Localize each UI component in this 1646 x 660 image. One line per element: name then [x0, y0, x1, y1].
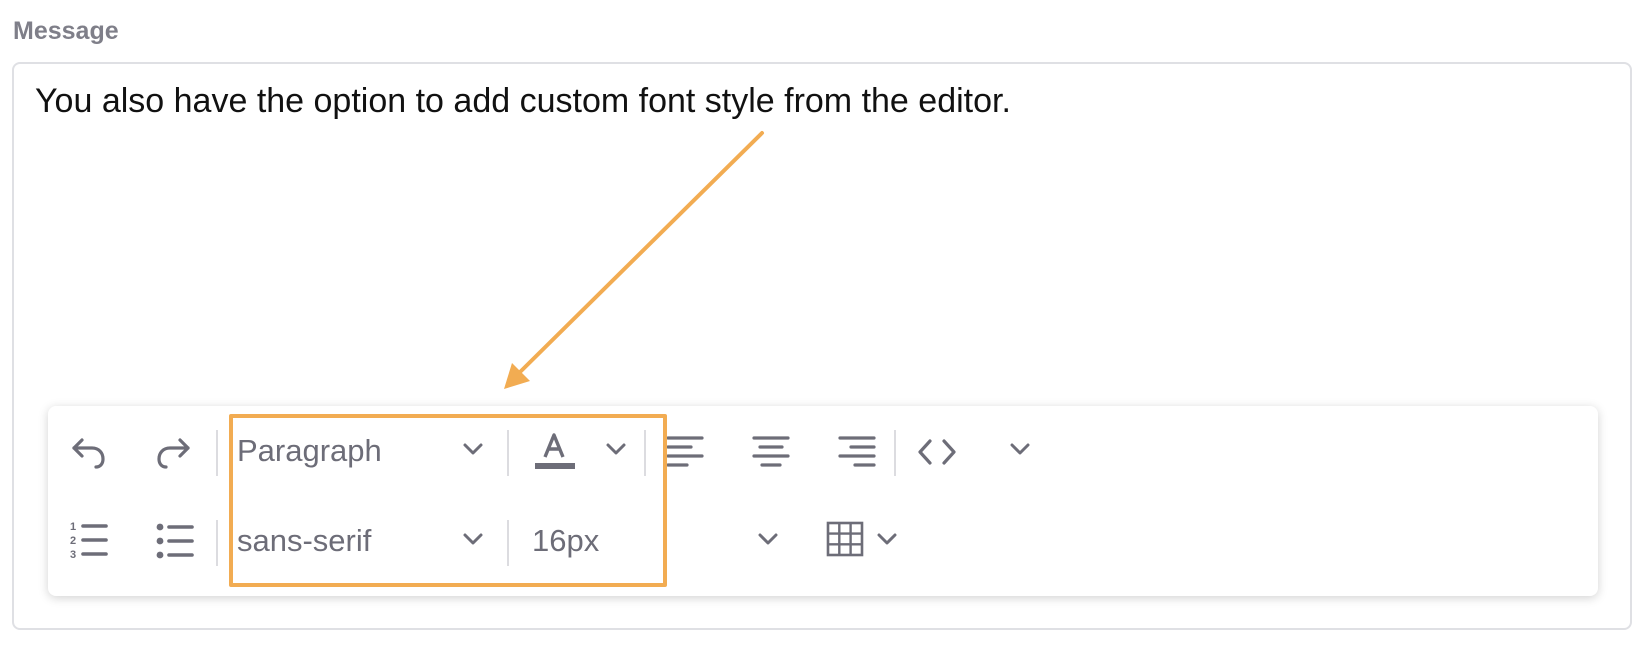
svg-text:2: 2 — [70, 535, 76, 547]
align-center-button[interactable] — [746, 426, 796, 476]
font-size-chevron-icon[interactable] — [755, 526, 781, 552]
message-content[interactable]: You also have the option to add custom f… — [35, 82, 1011, 121]
table-button[interactable] — [824, 514, 866, 564]
svg-text:1: 1 — [70, 521, 76, 533]
redo-button[interactable] — [150, 428, 198, 476]
code-button[interactable] — [912, 428, 962, 476]
toolbar-separator — [894, 430, 896, 476]
bullet-list-button[interactable] — [150, 516, 200, 566]
more-options-chevron-icon[interactable] — [1007, 436, 1033, 462]
font-style-highlight-box — [229, 414, 667, 587]
svg-text:3: 3 — [70, 549, 76, 561]
numbered-list-icon: 1 2 3 — [70, 521, 108, 561]
undo-button[interactable] — [64, 428, 112, 476]
code-icon — [918, 439, 956, 465]
table-icon — [826, 521, 864, 557]
redo-icon — [157, 438, 190, 469]
numbered-list-button[interactable]: 1 2 3 — [64, 516, 114, 566]
align-right-icon — [838, 436, 876, 467]
table-chevron-icon[interactable] — [874, 526, 900, 552]
align-center-icon — [752, 436, 790, 467]
align-left-icon — [666, 436, 704, 467]
toolbar-separator — [216, 520, 218, 566]
bullet-list-icon — [156, 523, 194, 559]
align-left-button[interactable] — [660, 426, 710, 476]
align-right-button[interactable] — [832, 426, 882, 476]
message-label: Message — [13, 17, 119, 45]
undo-icon — [72, 438, 105, 469]
toolbar-separator — [216, 430, 218, 476]
